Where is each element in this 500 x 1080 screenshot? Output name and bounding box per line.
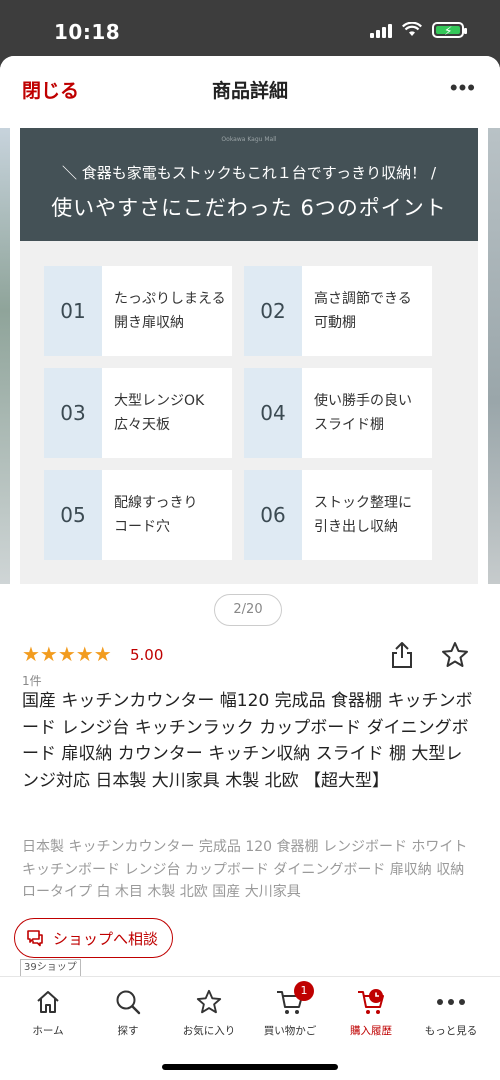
status-icons: ⚡ — [370, 22, 467, 38]
tab-label: 買い物かご — [263, 1025, 317, 1037]
point-card: 06 ストック整理に 引き出し収納 — [244, 470, 432, 560]
slide-subtitle: ＼ 食器も家電もストックもこれ１台ですっきり収納！ / — [62, 164, 436, 182]
point-number: 06 — [244, 470, 302, 560]
slide-brand: Ookawa Kagu Mall — [221, 136, 277, 143]
star-icon — [196, 989, 222, 1014]
slide-headline: 使いやすさにこだわった 6つのポイント — [51, 196, 447, 220]
more-options-button[interactable]: ••• — [450, 75, 476, 101]
page-title: 商品詳細 — [211, 80, 288, 102]
point-label: 大型レンジOK 広々天板 — [114, 393, 205, 433]
point-card: 05 配線すっきり コード穴 — [44, 470, 232, 560]
point-number: 04 — [244, 368, 302, 458]
share-icon[interactable] — [388, 640, 416, 670]
home-icon — [37, 991, 59, 1013]
point-label: ストック整理に 引き出し収納 — [314, 495, 412, 535]
product-description: 日本製 キッチンカウンター 完成品 120 食器棚 レンジボード ホワイト キッ… — [22, 839, 468, 900]
image-page-indicator: 2/20 — [214, 594, 282, 626]
tab-label: ホーム — [32, 1025, 64, 1037]
tab-purchase-history[interactable]: 購入履歴 — [331, 985, 411, 1038]
battery-icon: ⚡ — [432, 22, 467, 38]
chat-icon — [27, 930, 43, 947]
point-card: 02 高さ調節できる 可動棚 — [244, 266, 432, 356]
point-number: 02 — [244, 266, 302, 356]
shop-consult-label: ショップへ相談 — [53, 929, 159, 948]
favorite-star-icon[interactable] — [440, 640, 470, 670]
status-bar: 10:18 ⚡ — [0, 0, 500, 60]
product-title: 国産 キッチンカウンター 幅120 完成品 食器棚 キッチンボード レンジ台 キ… — [22, 691, 473, 791]
home-indicator[interactable] — [162, 1064, 338, 1070]
point-label: 使い勝手の良い スライド棚 — [314, 393, 412, 433]
signal-icon — [370, 22, 392, 38]
rating-score[interactable]: 5.00 — [130, 646, 163, 664]
more-icon — [437, 999, 465, 1005]
point-label: 配線すっきり コード穴 — [114, 495, 198, 535]
point-number: 01 — [44, 266, 102, 356]
tab-label: お気に入り — [182, 1025, 236, 1037]
rating-stars[interactable]: ★★★★★ — [22, 642, 112, 666]
tab-more[interactable]: もっと見る — [411, 985, 491, 1038]
status-time: 10:18 — [54, 20, 121, 44]
point-card: 03 大型レンジOK 広々天板 — [44, 368, 232, 458]
point-card: 04 使い勝手の良い スライド棚 — [244, 368, 432, 458]
next-image-peek[interactable] — [488, 128, 500, 584]
point-label: たっぷりしまえる 開き扉収納 — [114, 291, 226, 331]
tab-label: もっと見る — [424, 1025, 478, 1037]
nav-bar: 閉じる 商品詳細 ••• — [0, 56, 500, 120]
point-label: 高さ調節できる 可動棚 — [314, 291, 412, 331]
shop-count-badge[interactable]: 39ショップ — [20, 959, 81, 977]
points-grid: 01 たっぷりしまえる 開き扉収納 02 高さ調節できる 可動棚 03 大型レンジOK… — [44, 266, 462, 560]
review-count[interactable]: 1件 — [22, 672, 42, 689]
tab-home[interactable]: ホーム — [8, 985, 88, 1038]
product-info: ★★★★★ 5.00 1件 国産 キッチンカウンター 幅120 完成品 食器棚 … — [0, 636, 500, 900]
point-number: 03 — [44, 368, 102, 458]
previous-image-peek[interactable] — [0, 128, 10, 584]
wifi-icon — [402, 22, 422, 36]
cart-badge: 1 — [294, 981, 314, 1001]
point-number: 05 — [44, 470, 102, 560]
slide-header: Ookawa Kagu Mall ＼ 食器も家電もストックもこれ１台ですっきり収… — [20, 128, 478, 241]
tab-label: 購入履歴 — [350, 1025, 392, 1037]
purchase-history-icon — [358, 989, 384, 1014]
tab-label: 探す — [117, 1025, 139, 1037]
rating-row: ★★★★★ 5.00 — [0, 636, 500, 672]
point-card: 01 たっぷりしまえる 開き扉収納 — [44, 266, 232, 356]
tab-search[interactable]: 探す — [88, 985, 168, 1038]
search-icon — [116, 990, 141, 1015]
tab-cart[interactable]: 1 買い物かご — [250, 981, 330, 1038]
image-carousel[interactable]: Ookawa Kagu Mall ＼ 食器も家電もストックもこれ１台ですっきり収… — [0, 120, 500, 590]
tab-favorites[interactable]: お気に入り — [169, 985, 249, 1038]
product-image[interactable]: Ookawa Kagu Mall ＼ 食器も家電もストックもこれ１台ですっきり収… — [20, 128, 478, 584]
shop-consult-button[interactable]: ショップへ相談 — [14, 918, 174, 958]
